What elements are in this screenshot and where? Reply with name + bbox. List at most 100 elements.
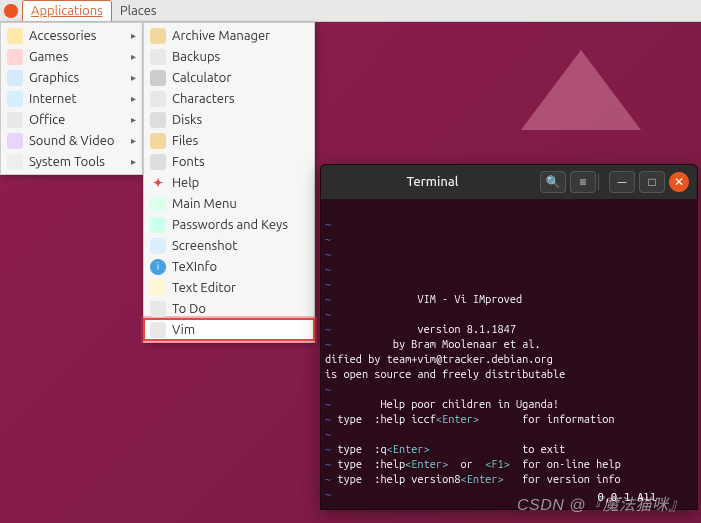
app-label: Backups: [172, 50, 220, 64]
accessory-fonts[interactable]: Fonts: [144, 151, 314, 172]
accessories-submenu: Archive Manager Backups Calculator Characte…: [143, 22, 315, 343]
chevron-right-icon: ▸: [131, 51, 136, 63]
vim-help-online: type :help<Enter> or <F1> for on-line he…: [331, 459, 621, 471]
close-icon: ✕: [674, 175, 684, 189]
vim-charity: Help poor children in Uganda!: [380, 399, 559, 411]
accessory-backups[interactable]: Backups: [144, 46, 314, 67]
accessory-calculator[interactable]: Calculator: [144, 67, 314, 88]
accessory-archive-manager[interactable]: Archive Manager: [144, 25, 314, 46]
category-icon: [7, 91, 23, 107]
applications-menu[interactable]: Applications: [22, 0, 112, 21]
applications-categories-menu: Accessories▸Games▸Graphics▸Internet▸Offi…: [0, 22, 143, 175]
app-label: Vim: [172, 323, 195, 337]
wallpaper-shape: [521, 50, 641, 140]
terminal-title: Terminal: [329, 175, 536, 189]
vim-tilde: ~: [325, 219, 331, 231]
chevron-right-icon: ▸: [131, 156, 136, 168]
category-icon: [7, 49, 23, 65]
ubuntu-logo-icon: [4, 4, 18, 18]
app-label: Main Menu: [172, 197, 237, 211]
category-label: Accessories: [29, 29, 96, 43]
app-icon: [150, 217, 166, 233]
accessory-main-menu[interactable]: Main Menu: [144, 193, 314, 214]
vim-help-quit: type :q<Enter> to exit: [331, 444, 565, 456]
app-icon: [150, 49, 166, 65]
app-label: Characters: [172, 92, 235, 106]
category-icon: [7, 112, 23, 128]
app-icon: [150, 322, 166, 338]
accessory-help[interactable]: ✦ Help: [144, 172, 314, 193]
accessory-files[interactable]: Files: [144, 130, 314, 151]
app-icon: [150, 238, 166, 254]
app-icon: [150, 196, 166, 212]
search-button[interactable]: 🔍: [540, 171, 566, 193]
app-icon: [150, 280, 166, 296]
category-accessories[interactable]: Accessories ▸: [1, 25, 142, 46]
chevron-right-icon: ▸: [131, 114, 136, 126]
minimize-button[interactable]: ─: [609, 171, 635, 193]
vim-license: is open source and freely distributable: [325, 369, 565, 381]
category-icon: [7, 28, 23, 44]
app-icon: [150, 154, 166, 170]
category-label: Graphics: [29, 71, 79, 85]
app-label: TeXInfo: [172, 260, 217, 274]
vim-version: version 8.1.1847: [417, 324, 516, 336]
category-system-tools[interactable]: System Tools ▸: [1, 151, 142, 172]
watermark: CSDN @『魔法猫咪』: [517, 491, 685, 515]
app-label: Text Editor: [172, 281, 236, 295]
category-icon: [7, 70, 23, 86]
category-graphics[interactable]: Graphics ▸: [1, 67, 142, 88]
category-label: System Tools: [29, 155, 105, 169]
chevron-right-icon: ▸: [131, 30, 136, 42]
accessory-to-do[interactable]: To Do: [144, 298, 314, 319]
app-icon: [150, 28, 166, 44]
hamburger-menu-button[interactable]: ≡: [570, 171, 596, 193]
titlebar-separator: [598, 174, 599, 190]
chevron-right-icon: ▸: [131, 72, 136, 84]
accessory-passwords-and-keys[interactable]: Passwords and Keys: [144, 214, 314, 235]
applications-label: Applications: [31, 4, 103, 18]
accessory-screenshot[interactable]: Screenshot: [144, 235, 314, 256]
hamburger-icon: ≡: [579, 175, 586, 189]
vim-modified: dified by team+vim@tracker.debian.org: [325, 354, 553, 366]
category-label: Games: [29, 50, 68, 64]
maximize-icon: □: [648, 175, 655, 189]
accessory-text-editor[interactable]: Text Editor: [144, 277, 314, 298]
terminal-body[interactable]: ~ ~ ~ ~ ~ ~ VIM - Vi IMproved ~ ~ versio…: [321, 199, 697, 509]
maximize-button[interactable]: □: [639, 171, 665, 193]
category-icon: [7, 154, 23, 170]
accessory-vim[interactable]: Vim: [144, 319, 314, 340]
accessory-characters[interactable]: Characters: [144, 88, 314, 109]
category-label: Sound & Video: [29, 134, 115, 148]
category-label: Office: [29, 113, 65, 127]
app-icon: [150, 70, 166, 86]
app-icon: [150, 91, 166, 107]
app-label: Help: [172, 176, 199, 190]
top-panel: Applications Places: [0, 0, 701, 22]
category-office[interactable]: Office ▸: [1, 109, 142, 130]
close-button[interactable]: ✕: [669, 172, 689, 192]
search-icon: 🔍: [546, 175, 561, 189]
app-icon: i: [150, 259, 166, 275]
app-label: Calculator: [172, 71, 231, 85]
app-icon: ✦: [150, 175, 166, 191]
app-icon: [150, 112, 166, 128]
app-label: Passwords and Keys: [172, 218, 288, 232]
category-internet[interactable]: Internet ▸: [1, 88, 142, 109]
app-icon: [150, 133, 166, 149]
category-label: Internet: [29, 92, 77, 106]
terminal-titlebar: Terminal 🔍 ≡ ─ □ ✕: [321, 165, 697, 199]
category-sound-video[interactable]: Sound & Video▸: [1, 130, 142, 151]
vim-splash-title: VIM - Vi IMproved: [417, 294, 522, 306]
accessory-disks[interactable]: Disks: [144, 109, 314, 130]
category-games[interactable]: Games ▸: [1, 46, 142, 67]
vim-help-iccf: type :help iccf<Enter> for information: [331, 414, 614, 426]
chevron-right-icon: ▸: [131, 93, 136, 105]
places-menu[interactable]: Places: [112, 0, 165, 21]
accessory-texinfo[interactable]: i TeXInfo: [144, 256, 314, 277]
vim-author: by Bram Moolenaar et al.: [393, 339, 541, 351]
minimize-icon: ─: [618, 175, 627, 189]
terminal-window: Terminal 🔍 ≡ ─ □ ✕ ~ ~ ~ ~ ~ ~ VIM - Vi …: [320, 164, 698, 510]
app-label: To Do: [172, 302, 206, 316]
app-label: Fonts: [172, 155, 205, 169]
